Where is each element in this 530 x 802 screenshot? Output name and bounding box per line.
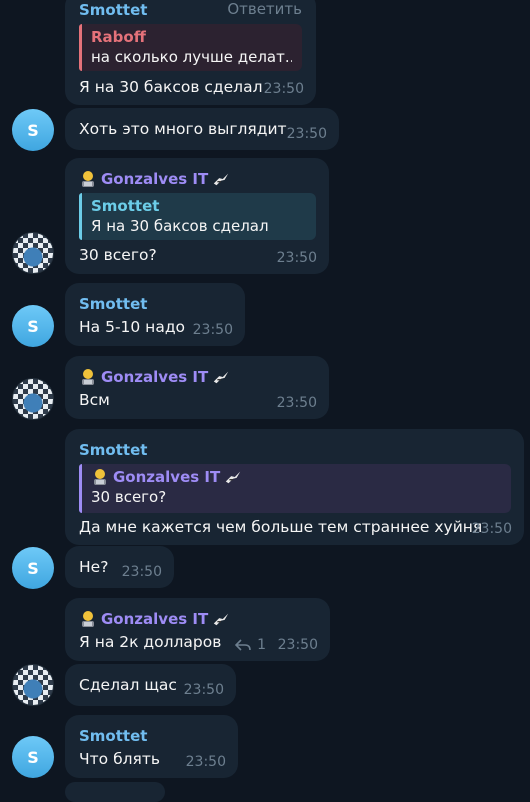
sender-name-label: Gonzalves IT — [101, 610, 209, 628]
message-time: 23:50 — [286, 126, 327, 142]
avatar[interactable]: S — [12, 305, 54, 347]
quote-sender: Raboff — [91, 28, 146, 46]
quote-sender-label: Gonzalves IT — [113, 468, 221, 486]
technologist-emoji-icon — [82, 369, 94, 385]
message-time: 23:50 — [185, 754, 226, 770]
message-time: 23:50 — [192, 322, 233, 338]
message-bubble[interactable]: Gonzalves IT Smottet Я на 30 баксов сдел… — [65, 158, 329, 274]
message-bubble[interactable]: Smottet На 5-10 надо 23:50 — [65, 283, 245, 346]
message-bubble[interactable]: Gonzalves IT Я на 2к долларов 1 23:50 — [65, 598, 330, 661]
technologist-emoji-icon — [82, 171, 94, 187]
quote-text: на сколько лучше делат... — [91, 48, 292, 66]
bird-emoji-icon — [214, 613, 229, 626]
avatar[interactable]: S — [12, 109, 54, 151]
bird-emoji-icon — [226, 471, 241, 484]
thread-replies[interactable]: 1 — [235, 637, 266, 653]
message-bubble[interactable]: Хоть это много выглядит 23:50 — [65, 108, 339, 150]
reply-quote[interactable]: Gonzalves IT 30 всего? — [79, 464, 511, 513]
sender-name[interactable]: Smottet — [79, 294, 231, 314]
message-bubble[interactable]: Smottet Gonzalves IT 30 всего? Да мне ка… — [65, 429, 524, 545]
sender-name[interactable]: Gonzalves IT — [79, 609, 316, 629]
sender-name-label: Gonzalves IT — [101, 368, 209, 386]
message-bubble[interactable]: Gonzalves IT Всм 23:50 — [65, 356, 329, 419]
quote-text: 30 всего? — [91, 488, 167, 506]
sender-name-label: Gonzalves IT — [101, 170, 209, 188]
message-bubble[interactable]: Сделал щас 23:50 — [65, 664, 236, 706]
technologist-emoji-icon — [82, 611, 94, 627]
message-time: 23:50 — [121, 564, 162, 580]
sender-name[interactable]: Smottet — [79, 440, 510, 460]
reply-count: 1 — [257, 637, 266, 653]
bird-emoji-icon — [214, 371, 229, 384]
message-time: 23:50 — [183, 682, 224, 698]
sender-name[interactable]: Gonzalves IT — [79, 367, 315, 387]
message-text: Да мне кажется чем больше тем страннее х… — [79, 518, 483, 536]
sender-name[interactable]: Smottet — [79, 726, 224, 746]
reply-quote[interactable]: Raboff на сколько лучше делат... — [79, 24, 302, 71]
avatar[interactable] — [12, 664, 54, 706]
message-time: 23:50 — [276, 250, 317, 266]
sender-name[interactable]: Gonzalves IT — [79, 169, 315, 189]
bird-emoji-icon — [214, 173, 229, 186]
reply-quote[interactable]: Smottet Я на 30 баксов сделал — [79, 193, 316, 240]
message-time: 23:50 — [277, 637, 318, 653]
message-time: 23:50 — [471, 521, 512, 537]
avatar[interactable]: S — [12, 736, 54, 778]
reply-arrow-icon — [235, 639, 251, 651]
quote-sender: Smottet — [91, 197, 160, 215]
technologist-emoji-icon — [94, 469, 106, 485]
message-bubble-partial[interactable] — [65, 782, 165, 802]
avatar[interactable]: S — [12, 547, 54, 589]
quote-text: Я на 30 баксов сделал — [91, 217, 269, 235]
message-bubble[interactable]: Smottet Ответить Raboff на сколько лучше… — [65, 0, 316, 105]
message-bubble[interactable]: Smottet Что блять 23:50 — [65, 715, 238, 778]
reply-button[interactable]: Ответить — [227, 0, 302, 18]
avatar[interactable] — [12, 378, 54, 420]
avatar[interactable] — [12, 232, 54, 274]
message-bubble[interactable]: Не? 23:50 — [65, 546, 174, 588]
message-time: 23:50 — [276, 395, 317, 411]
message-time: 23:50 — [263, 81, 304, 97]
quote-sender: Gonzalves IT — [91, 467, 501, 487]
